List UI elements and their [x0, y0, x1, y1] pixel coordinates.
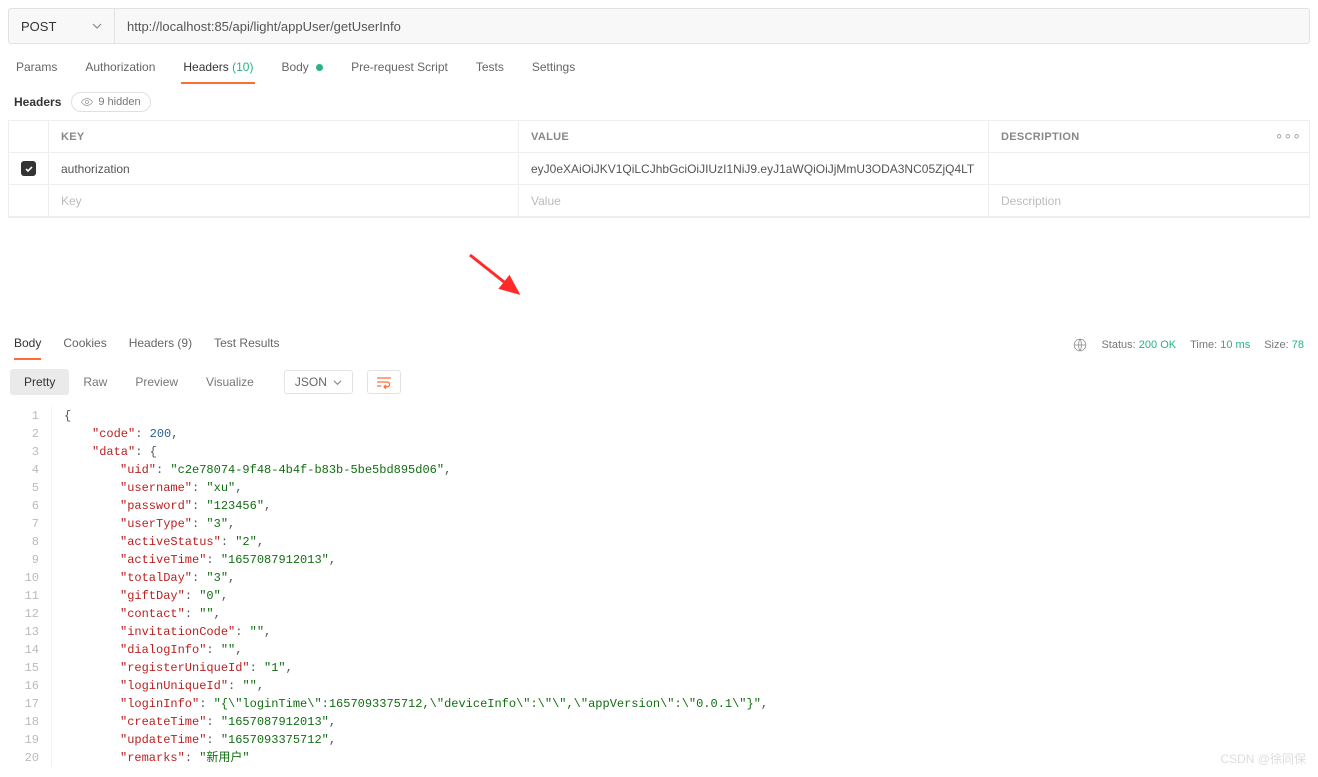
table-options-icon[interactable]: ∘∘∘: [1275, 127, 1301, 144]
tab-body[interactable]: Body: [279, 52, 325, 84]
header-key-input-empty[interactable]: [61, 194, 506, 208]
format-select[interactable]: JSON: [284, 370, 353, 394]
col-key: KEY: [49, 121, 519, 152]
headers-subheader: Headers 9 hidden: [0, 84, 1318, 120]
format-label: JSON: [295, 375, 327, 389]
header-desc-input-empty[interactable]: [1001, 194, 1297, 208]
eye-icon: [81, 96, 93, 108]
resp-tab-body[interactable]: Body: [14, 328, 41, 360]
table-header-row: KEY VALUE DESCRIPTION: [9, 121, 1309, 153]
view-pretty[interactable]: Pretty: [10, 369, 69, 395]
col-desc: DESCRIPTION: [989, 121, 1309, 152]
tab-params[interactable]: Params: [14, 52, 59, 84]
resp-headers-label: Headers: [129, 336, 174, 350]
row-desc: [989, 153, 1309, 184]
tab-headers-count: (10): [232, 60, 253, 74]
code-lines: {"code": 200,"data": {"uid": "c2e78074-9…: [52, 407, 1318, 767]
url-input[interactable]: [115, 9, 1309, 43]
table-row: [9, 153, 1309, 185]
view-mode-group: Pretty Raw Preview Visualize: [10, 369, 268, 395]
wrap-icon: [376, 375, 392, 389]
view-preview[interactable]: Preview: [121, 369, 192, 395]
response-status: Status: 200 OK Time: 10 ms Size: 78: [1073, 338, 1304, 360]
view-visualize[interactable]: Visualize: [192, 369, 268, 395]
col-value: VALUE: [519, 121, 989, 152]
resp-tab-headers[interactable]: Headers (9): [129, 328, 192, 360]
view-raw[interactable]: Raw: [69, 369, 121, 395]
header-value-input[interactable]: [531, 162, 976, 176]
row-value: [519, 153, 989, 184]
body-indicator-dot: [316, 64, 323, 71]
resp-headers-count: (9): [177, 336, 192, 350]
request-url-bar: POST: [8, 8, 1310, 44]
line-gutter: 1234567891011121314151617181920: [0, 407, 52, 767]
request-tabs: Params Authorization Headers (10) Body P…: [0, 52, 1318, 84]
chevron-down-icon: [92, 21, 102, 31]
row-key: [49, 153, 519, 184]
row-checkbox-cell-empty: [9, 185, 49, 216]
resp-tab-testresults[interactable]: Test Results: [214, 328, 279, 360]
annotation-arrow: [466, 251, 526, 301]
response-bar: Body Cookies Headers (9) Test Results St…: [0, 328, 1318, 361]
view-bar: Pretty Raw Preview Visualize JSON: [0, 361, 1318, 403]
check-icon: [24, 164, 34, 174]
status-label: Status: 200 OK: [1101, 339, 1176, 351]
tab-settings[interactable]: Settings: [530, 52, 577, 84]
wrap-toggle[interactable]: [367, 370, 401, 394]
hidden-count: 9 hidden: [98, 96, 140, 108]
headers-table: ∘∘∘ KEY VALUE DESCRIPTION: [8, 120, 1310, 218]
header-key-input[interactable]: [61, 162, 506, 176]
resp-tab-cookies[interactable]: Cookies: [63, 328, 106, 360]
hidden-headers-toggle[interactable]: 9 hidden: [71, 92, 150, 112]
response-tabs: Body Cookies Headers (9) Test Results: [14, 328, 279, 360]
size-label: Size: 78: [1264, 339, 1304, 351]
chevron-down-icon: [333, 378, 342, 387]
row-checkbox[interactable]: [21, 161, 36, 176]
row-checkbox-cell: [9, 153, 49, 184]
tab-headers-label: Headers: [183, 60, 228, 74]
tab-headers[interactable]: Headers (10): [181, 52, 255, 84]
table-row-empty: [9, 185, 1309, 217]
method-label: POST: [21, 19, 56, 34]
time-label: Time: 10 ms: [1190, 339, 1250, 351]
tab-authorization[interactable]: Authorization: [83, 52, 157, 84]
header-value-input-empty[interactable]: [531, 194, 976, 208]
globe-icon[interactable]: [1073, 338, 1087, 352]
headers-title: Headers: [14, 95, 61, 109]
header-desc-input[interactable]: [1001, 162, 1297, 176]
method-select[interactable]: POST: [9, 9, 115, 43]
tab-prerequest[interactable]: Pre-request Script: [349, 52, 450, 84]
tab-tests[interactable]: Tests: [474, 52, 506, 84]
header-check-col: [9, 121, 49, 152]
tab-body-label: Body: [281, 60, 308, 74]
response-body-viewer[interactable]: 1234567891011121314151617181920 {"code":…: [0, 403, 1318, 777]
